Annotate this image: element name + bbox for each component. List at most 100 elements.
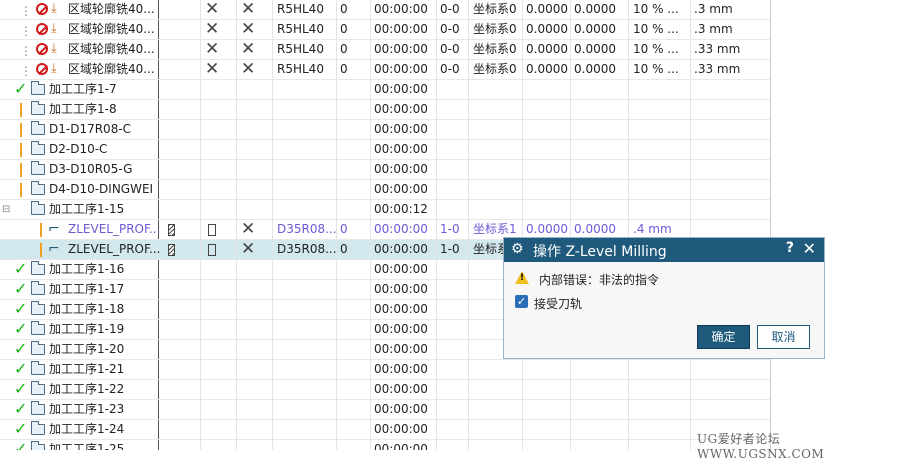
folder-icon <box>31 261 45 275</box>
grid-line <box>436 140 437 159</box>
folder-icon <box>31 201 45 215</box>
grid-line <box>370 420 371 439</box>
tolerance: .33 mm <box>694 42 741 56</box>
table-row[interactable]: ⋮ ⤓ 区域轮廓铣40... ✕ ✕ R5HL40 0 00:00:00 0-0 坐标系0 0.00… <box>0 60 770 80</box>
count: 0 <box>340 2 348 16</box>
grid-line <box>570 420 571 439</box>
warning-bar-icon <box>20 103 22 117</box>
table-row[interactable]: 加工工序1-8 00:00:00 <box>0 100 770 120</box>
grid-line <box>468 300 469 319</box>
grid-line <box>370 380 371 399</box>
grid-line <box>272 280 273 299</box>
table-row[interactable]: D3-D10R05-G 00:00:00 <box>0 160 770 180</box>
grid-line <box>522 380 523 399</box>
grid-line <box>570 60 571 79</box>
table-row[interactable]: ✓ 加工工序1-7 00:00:00 <box>0 79 770 100</box>
collapse-icon: ⊟ <box>2 204 11 215</box>
grid-line <box>522 140 523 159</box>
grid-line <box>436 200 437 219</box>
grid-line <box>272 440 273 450</box>
value-a: 0.0000 <box>526 2 568 16</box>
grid-line <box>236 100 237 119</box>
error-message: 内部错误：非法的指令 <box>539 273 660 287</box>
grid-line <box>336 200 337 219</box>
grid-line <box>468 160 469 179</box>
close-button[interactable]: ✕ <box>803 239 816 258</box>
grid-line <box>370 200 371 219</box>
table-row[interactable]: D1-D17R08-C 00:00:00 <box>0 120 770 140</box>
table-row[interactable]: ⊟ 加工工序1-15 00:00:12 <box>0 200 770 220</box>
grid-line <box>272 400 273 419</box>
table-row[interactable]: ✓ 加工工序1-21 00:00:00 <box>0 359 770 380</box>
grid-line <box>336 140 337 159</box>
grid-line <box>200 360 201 379</box>
grid-line <box>236 60 237 79</box>
grid-line <box>236 400 237 419</box>
group-name: 加工工序1-21 <box>49 362 125 376</box>
table-row[interactable]: ✓ 加工工序1-24 00:00:00 <box>0 419 770 440</box>
grid-line <box>370 20 371 39</box>
count: 0 <box>340 222 348 236</box>
operation-name: ZLEVEL_PROF... <box>68 222 161 236</box>
grid-line <box>200 420 201 439</box>
grid-line <box>690 360 691 379</box>
grid-line <box>200 260 201 279</box>
table-row[interactable]: ✓ 加工工序1-23 00:00:00 <box>0 399 770 420</box>
grid-line <box>468 220 469 239</box>
cancel-button[interactable]: 取消 <box>757 325 810 349</box>
ok-button[interactable]: 确定 <box>697 325 750 349</box>
grid-line <box>468 420 469 439</box>
tool-icon: ⤓ <box>51 41 57 56</box>
table-row[interactable]: ✓ 加工工序1-22 00:00:00 <box>0 379 770 400</box>
grid-line <box>436 60 437 79</box>
x-icon: ✕ <box>241 219 256 239</box>
grid-line <box>690 120 691 139</box>
table-row[interactable]: ⋮ ⤓ 区域轮廓铣40... ✕ ✕ R5HL40 0 00:00:00 0-0 坐标系0 0.00… <box>0 0 770 20</box>
grid-line <box>468 120 469 139</box>
tolerance: .3 mm <box>694 22 733 36</box>
program: 0-0 <box>440 2 460 16</box>
grid-line <box>522 440 523 450</box>
check-icon: ✓ <box>14 339 28 358</box>
grid-line <box>522 20 523 39</box>
table-row[interactable]: ✓ 加工工序1-25 00:00:00 <box>0 439 770 450</box>
grid-line <box>200 180 201 199</box>
grid-line <box>370 120 371 139</box>
grid-line <box>468 200 469 219</box>
program: 0-0 <box>440 62 460 76</box>
grid-line <box>436 20 437 39</box>
operation-name: 区域轮廓铣40... <box>68 42 155 56</box>
time: 00:00:00 <box>374 442 428 450</box>
program: 1-0 <box>440 242 460 256</box>
grid-line <box>628 360 629 379</box>
folder-icon <box>31 361 45 375</box>
grid-line <box>436 240 437 259</box>
check-icon: ✓ <box>14 79 28 98</box>
grid-line <box>236 300 237 319</box>
hatch-icon <box>168 224 175 236</box>
accept-toolpath-checkbox[interactable]: ✓ <box>515 295 528 308</box>
group-name: 加工工序1-15 <box>49 202 125 216</box>
value-a: 0.0000 <box>526 22 568 36</box>
grid-line <box>336 260 337 279</box>
help-button[interactable]: ? <box>786 240 794 256</box>
grid-line <box>690 380 691 399</box>
group-name: 加工工序1-25 <box>49 442 125 450</box>
check-icon: ✓ <box>14 439 28 450</box>
grid-line <box>628 140 629 159</box>
grid-line <box>272 420 273 439</box>
grid-line <box>436 280 437 299</box>
table-row[interactable]: ⋮ ⤓ 区域轮廓铣40... ✕ ✕ R5HL40 0 00:00:00 0-0 坐标系0 0.00… <box>0 20 770 40</box>
grid-line <box>336 40 337 59</box>
table-row[interactable]: D2-D10-C 00:00:00 <box>0 140 770 160</box>
table-row[interactable]: ⋮ ⤓ 区域轮廓铣40... ✕ ✕ R5HL40 0 00:00:00 0-0 坐标系0 0.00… <box>0 40 770 60</box>
table-row[interactable]: D4-D10-DINGWEI 00:00:00 <box>0 180 770 200</box>
check-icon: ✓ <box>14 359 28 378</box>
grid-line <box>468 440 469 450</box>
warning-icon <box>515 271 529 284</box>
group-name: 加工工序1-23 <box>49 402 125 416</box>
tool-icon: ⤓ <box>51 61 57 76</box>
group-name: 加工工序1-18 <box>49 302 125 316</box>
grid-line <box>272 160 273 179</box>
value-a: 0.0000 <box>526 42 568 56</box>
